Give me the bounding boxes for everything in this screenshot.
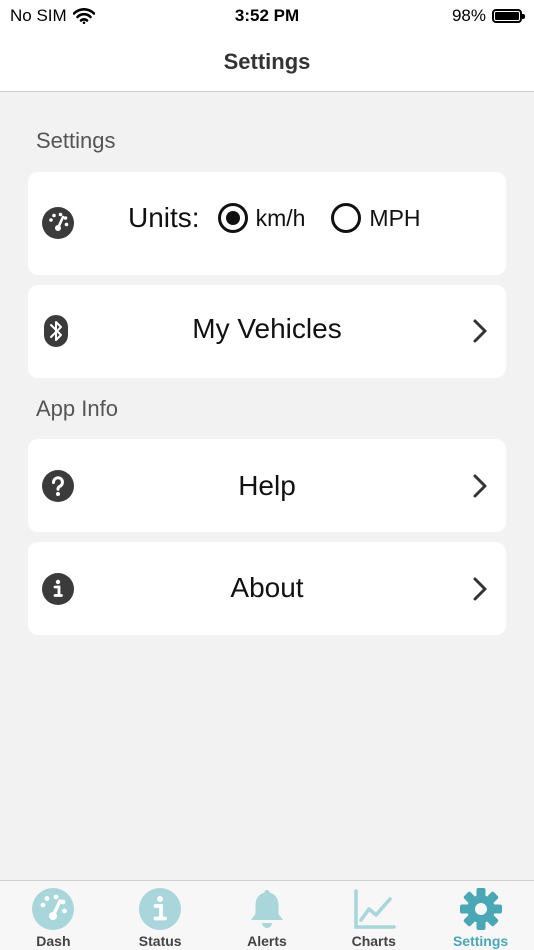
chevron-right-icon <box>473 577 487 601</box>
gear-icon <box>459 888 502 930</box>
chart-icon <box>353 889 396 929</box>
about-label: About <box>230 572 304 603</box>
status-bar: No SIM 3:52 PM 98% <box>0 0 534 32</box>
battery-fill <box>495 12 519 20</box>
navigation-bar: Settings <box>0 32 534 92</box>
help-label: Help <box>238 470 296 501</box>
units-row: Units: km/h MPH <box>128 202 447 234</box>
tab-settings-label: Settings <box>452 933 509 949</box>
page-title: Settings <box>223 48 311 74</box>
tab-alerts-label: Alerts <box>247 933 287 949</box>
battery-percent: 98% <box>451 6 486 25</box>
speedometer-icon <box>32 888 75 930</box>
help-row[interactable]: Help <box>28 439 506 532</box>
tab-charts-label: Charts <box>351 933 396 949</box>
radio-kmh[interactable]: km/h <box>217 203 306 233</box>
chevron-right-icon <box>473 474 487 498</box>
radio-mph-circle[interactable] <box>331 203 362 233</box>
tab-status-label: Status <box>138 933 182 949</box>
radio-kmh-circle[interactable] <box>217 203 248 233</box>
radio-mph[interactable]: MPH <box>331 203 421 233</box>
tab-dash-label: Dash <box>36 933 71 949</box>
radio-mph-label: MPH <box>369 204 421 231</box>
tab-bar: Dash Status Alerts Charts Settings <box>0 880 534 950</box>
about-row[interactable]: About <box>28 542 506 635</box>
tab-status[interactable]: Status <box>107 881 214 950</box>
bell-icon <box>250 890 283 928</box>
battery-icon <box>492 9 525 23</box>
my-vehicles-row[interactable]: My Vehicles <box>28 285 506 378</box>
chevron-right-icon <box>473 319 487 343</box>
tab-dash[interactable]: Dash <box>0 881 107 950</box>
tab-charts[interactable]: Charts <box>320 881 427 950</box>
radio-kmh-label: km/h <box>255 204 306 231</box>
my-vehicles-label: My Vehicles <box>192 313 342 344</box>
tab-settings[interactable]: Settings <box>427 881 534 950</box>
section-header-settings: Settings <box>36 128 116 153</box>
settings-screen: No SIM 3:52 PM 98% Settings Settings Uni… <box>0 0 534 950</box>
info-icon <box>139 888 182 930</box>
units-card: Units: km/h MPH <box>28 172 506 275</box>
tab-alerts[interactable]: Alerts <box>214 881 321 950</box>
speedometer-icon <box>42 207 74 239</box>
status-right: 98% <box>451 6 525 26</box>
units-label: Units: <box>128 202 200 233</box>
section-header-app-info: App Info <box>36 396 118 421</box>
